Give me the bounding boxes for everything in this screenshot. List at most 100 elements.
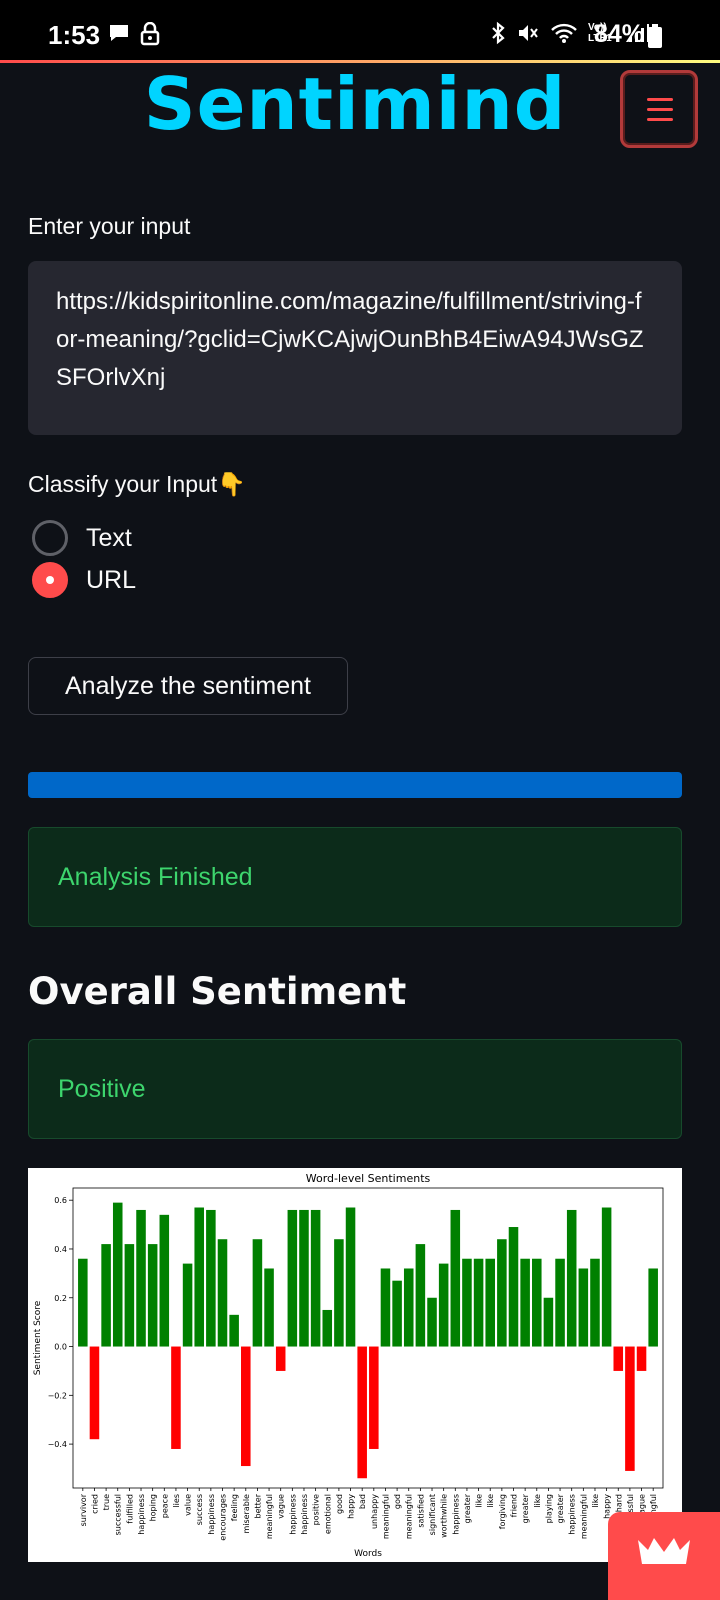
chart-xtick-label: happiness xyxy=(568,1494,577,1535)
chart-ytick-label: 0.6 xyxy=(54,1196,67,1205)
chart-ytick-label: −0.2 xyxy=(48,1391,67,1400)
chart-bar xyxy=(89,1346,100,1440)
chart-bar xyxy=(369,1346,379,1449)
chart-bar xyxy=(194,1207,204,1347)
chart-bar xyxy=(171,1346,181,1449)
chart-xtick-label: vague xyxy=(277,1494,286,1519)
chart-bar xyxy=(206,1209,216,1347)
chart-xtick-label: greater xyxy=(556,1493,565,1523)
chart-bar xyxy=(566,1209,577,1347)
status-time: 1:53 xyxy=(48,20,101,50)
chart-bar xyxy=(578,1268,589,1347)
chart-svg: Word-level Sentiments Words Sentiment Scor… xyxy=(33,1172,664,1559)
chart-bar xyxy=(182,1263,193,1347)
chart-xtick-label: meaningful xyxy=(579,1494,588,1539)
chart-xtick-label: greater xyxy=(463,1493,472,1523)
chart-xtick-label: success xyxy=(195,1494,204,1525)
chart-xtick-label: good xyxy=(335,1494,344,1514)
chart-bar xyxy=(217,1239,228,1347)
chart-xlabel: Words xyxy=(354,1549,382,1559)
chart-xtick-label: meaningful xyxy=(405,1494,414,1539)
chart-bar xyxy=(601,1207,612,1347)
chart-bar xyxy=(473,1258,484,1347)
chart-bar xyxy=(485,1258,495,1347)
wifi-icon xyxy=(551,23,577,43)
chart-xtick-label: satisfied xyxy=(416,1494,425,1528)
chart-bar xyxy=(322,1309,333,1347)
chart-xtick-label: worthwhile xyxy=(440,1494,449,1538)
chart-xtick-label: unhappy xyxy=(370,1494,379,1529)
chart-bar xyxy=(520,1258,530,1347)
lock-icon xyxy=(140,22,160,46)
chart-bar xyxy=(648,1268,658,1347)
chart-bar xyxy=(532,1258,542,1347)
chart-xtick-label: significant xyxy=(428,1494,437,1535)
chart-bar xyxy=(613,1346,624,1371)
chart-bar xyxy=(275,1346,286,1371)
radio-text-label: Text xyxy=(86,523,132,552)
chart-ylabel: Sentiment Score xyxy=(33,1300,43,1375)
url-input[interactable]: https://kidspiritonline.com/magazine/ful… xyxy=(28,261,682,435)
chart-xtick-label: like xyxy=(591,1494,600,1508)
chart-xtick-label: hoping xyxy=(149,1494,158,1521)
overall-sentiment-value: Positive xyxy=(58,1074,146,1103)
chart-xtick-label: positive xyxy=(312,1494,321,1525)
chart-ytick-label: −0.4 xyxy=(48,1440,67,1449)
streamlit-badge[interactable] xyxy=(608,1512,720,1600)
chart-bar xyxy=(264,1268,274,1347)
chart-bar xyxy=(625,1346,635,1471)
chart-bar xyxy=(636,1346,647,1371)
chart-xtick-label: feeling xyxy=(230,1494,239,1521)
chart-xtick-label: miserable xyxy=(242,1494,251,1534)
chat-notification-icon xyxy=(110,25,128,41)
chart-bar xyxy=(287,1209,298,1347)
chart-bar xyxy=(147,1244,158,1347)
analyze-button[interactable]: Analyze the sentiment xyxy=(28,657,348,715)
chart-xtick-label: bad xyxy=(358,1494,367,1509)
chart-xtick-label: meaningful xyxy=(381,1494,390,1539)
chart-bar xyxy=(497,1239,507,1347)
chart-xtick-label: hard xyxy=(614,1494,623,1512)
chart-xtick-label: happiness xyxy=(137,1494,146,1535)
chart-xtick-label: cried xyxy=(90,1494,99,1514)
radio-option-text[interactable]: Text xyxy=(32,520,132,556)
analysis-status-alert: Analysis Finished xyxy=(28,827,682,927)
chart-bar xyxy=(392,1280,402,1347)
chart-xtick-label: playing xyxy=(544,1494,553,1523)
chart-xtick-label: happiness xyxy=(207,1494,216,1535)
progress-bar xyxy=(28,772,682,798)
status-bar: 1:53 Vo)) LTE1 84% xyxy=(0,0,720,62)
chart-bar xyxy=(415,1244,426,1347)
chart-xtick-label: happiness xyxy=(288,1494,297,1535)
chart-xtick-label: meaningful xyxy=(265,1494,274,1539)
chart-xtick-label: happiness xyxy=(300,1494,309,1535)
chart-xtick-label: like xyxy=(533,1494,542,1508)
crown-icon xyxy=(638,1538,690,1564)
chart-xtick-label: like xyxy=(486,1494,495,1508)
chart-bar xyxy=(241,1346,251,1467)
chart-bar xyxy=(101,1244,111,1347)
battery-percent: 84% xyxy=(593,20,644,48)
chart-bar xyxy=(159,1214,170,1347)
chart-xtick-label: successful xyxy=(114,1494,123,1535)
chart-xtick-label: true xyxy=(102,1494,111,1510)
radio-url-circle[interactable] xyxy=(32,562,68,598)
chart-bar xyxy=(555,1258,565,1347)
radio-text-circle[interactable] xyxy=(32,520,68,556)
overall-sentiment-alert: Positive xyxy=(28,1039,682,1139)
chart-xtick-label: emotional xyxy=(323,1494,332,1534)
chart-xtick-label: forgiving xyxy=(498,1494,507,1529)
status-left-icons xyxy=(108,22,160,46)
chart-bar xyxy=(590,1258,600,1347)
chart-xtick-label: peace xyxy=(160,1494,169,1518)
chart-bar xyxy=(380,1268,391,1347)
chart-xtick-label: happy xyxy=(347,1494,356,1519)
chart-bar xyxy=(78,1258,88,1347)
chart-xtick-label: survivor xyxy=(79,1493,88,1526)
progress-fill xyxy=(28,772,682,798)
word-sentiment-chart: Word-level Sentiments Words Sentiment Scor… xyxy=(28,1168,682,1562)
radio-option-url[interactable]: URL xyxy=(32,562,136,598)
input-label: Enter your input xyxy=(28,213,191,239)
chart-xtick-label: friend xyxy=(510,1494,519,1517)
menu-button[interactable] xyxy=(620,70,698,148)
